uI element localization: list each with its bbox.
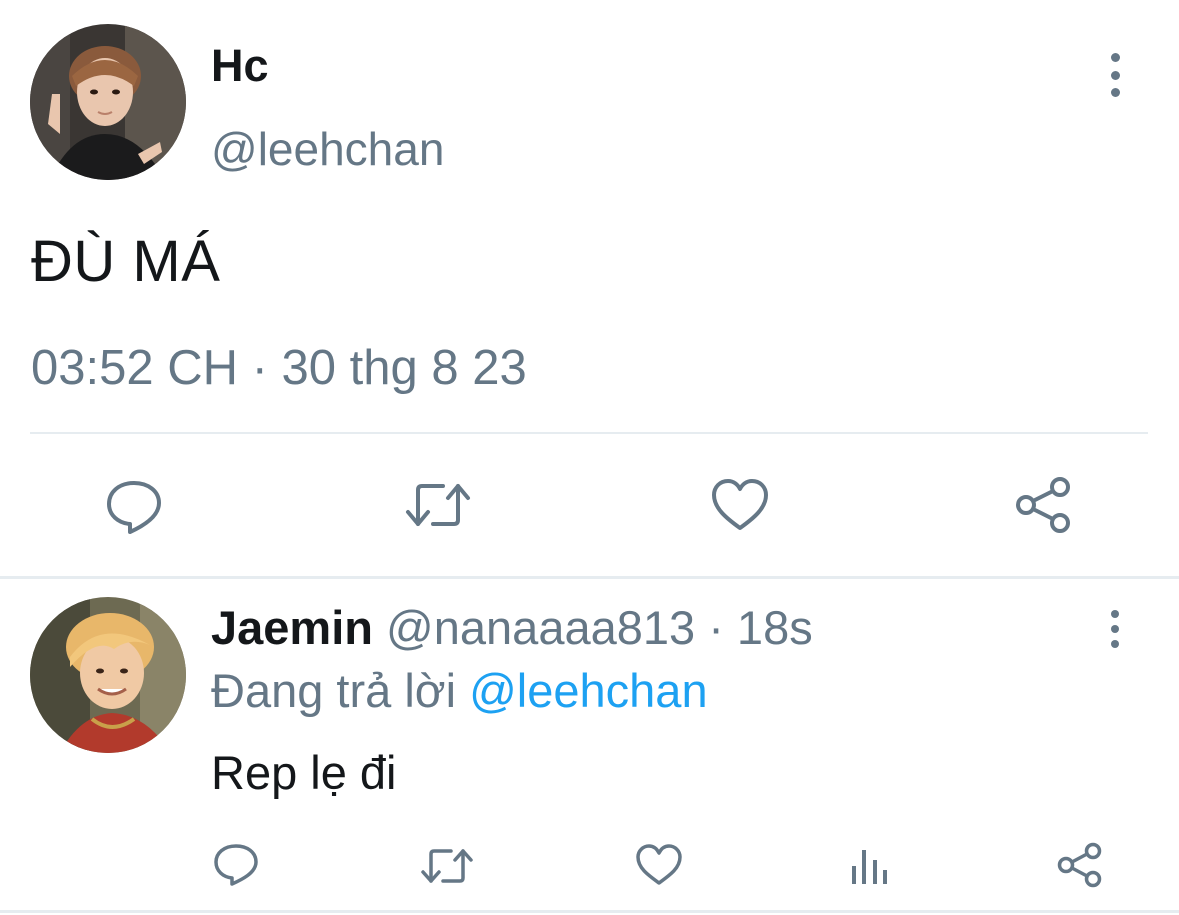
reply-icon[interactable] <box>104 478 164 536</box>
reply-retweet-icon[interactable] <box>420 846 474 886</box>
reply-like-icon[interactable] <box>635 844 683 886</box>
reply-text: Rep lẹ đi <box>211 746 397 799</box>
replying-to-link[interactable]: @leehchan <box>469 664 708 717</box>
share-icon[interactable] <box>1014 476 1074 534</box>
like-icon[interactable] <box>710 478 770 532</box>
section-divider <box>0 576 1179 579</box>
display-name[interactable]: Hc <box>211 40 269 92</box>
analytics-icon[interactable] <box>850 846 890 886</box>
retweet-icon[interactable] <box>405 480 471 530</box>
reply-avatar[interactable] <box>30 597 186 753</box>
more-options-icon[interactable] <box>1103 53 1127 97</box>
reply-header: Jaemin @nanaaaa813 · 18s <box>211 600 813 655</box>
divider <box>30 432 1148 434</box>
reply-share-icon[interactable] <box>1056 842 1104 888</box>
reply-time: · 18s <box>708 601 813 654</box>
tweet-timestamp: 03:52 CH · 30 thg 8 23 <box>31 341 527 395</box>
main-tweet: Hc @leehchan ĐÙ MÁ 03:52 CH · 30 thg 8 2… <box>0 0 1179 578</box>
replying-to: Đang trả lời @leehchan <box>211 663 708 718</box>
bottom-divider <box>0 910 1179 913</box>
reply-display-name[interactable]: Jaemin <box>211 601 373 654</box>
reply-more-options-icon[interactable] <box>1103 610 1127 648</box>
user-handle[interactable]: @leehchan <box>211 122 444 176</box>
reply-reply-icon[interactable] <box>213 843 259 887</box>
reply-handle[interactable]: @nanaaaa813 <box>386 601 695 654</box>
replying-prefix: Đang trả lời <box>211 664 457 717</box>
avatar[interactable] <box>30 24 186 180</box>
tweet-text: ĐÙ MÁ <box>31 229 221 294</box>
